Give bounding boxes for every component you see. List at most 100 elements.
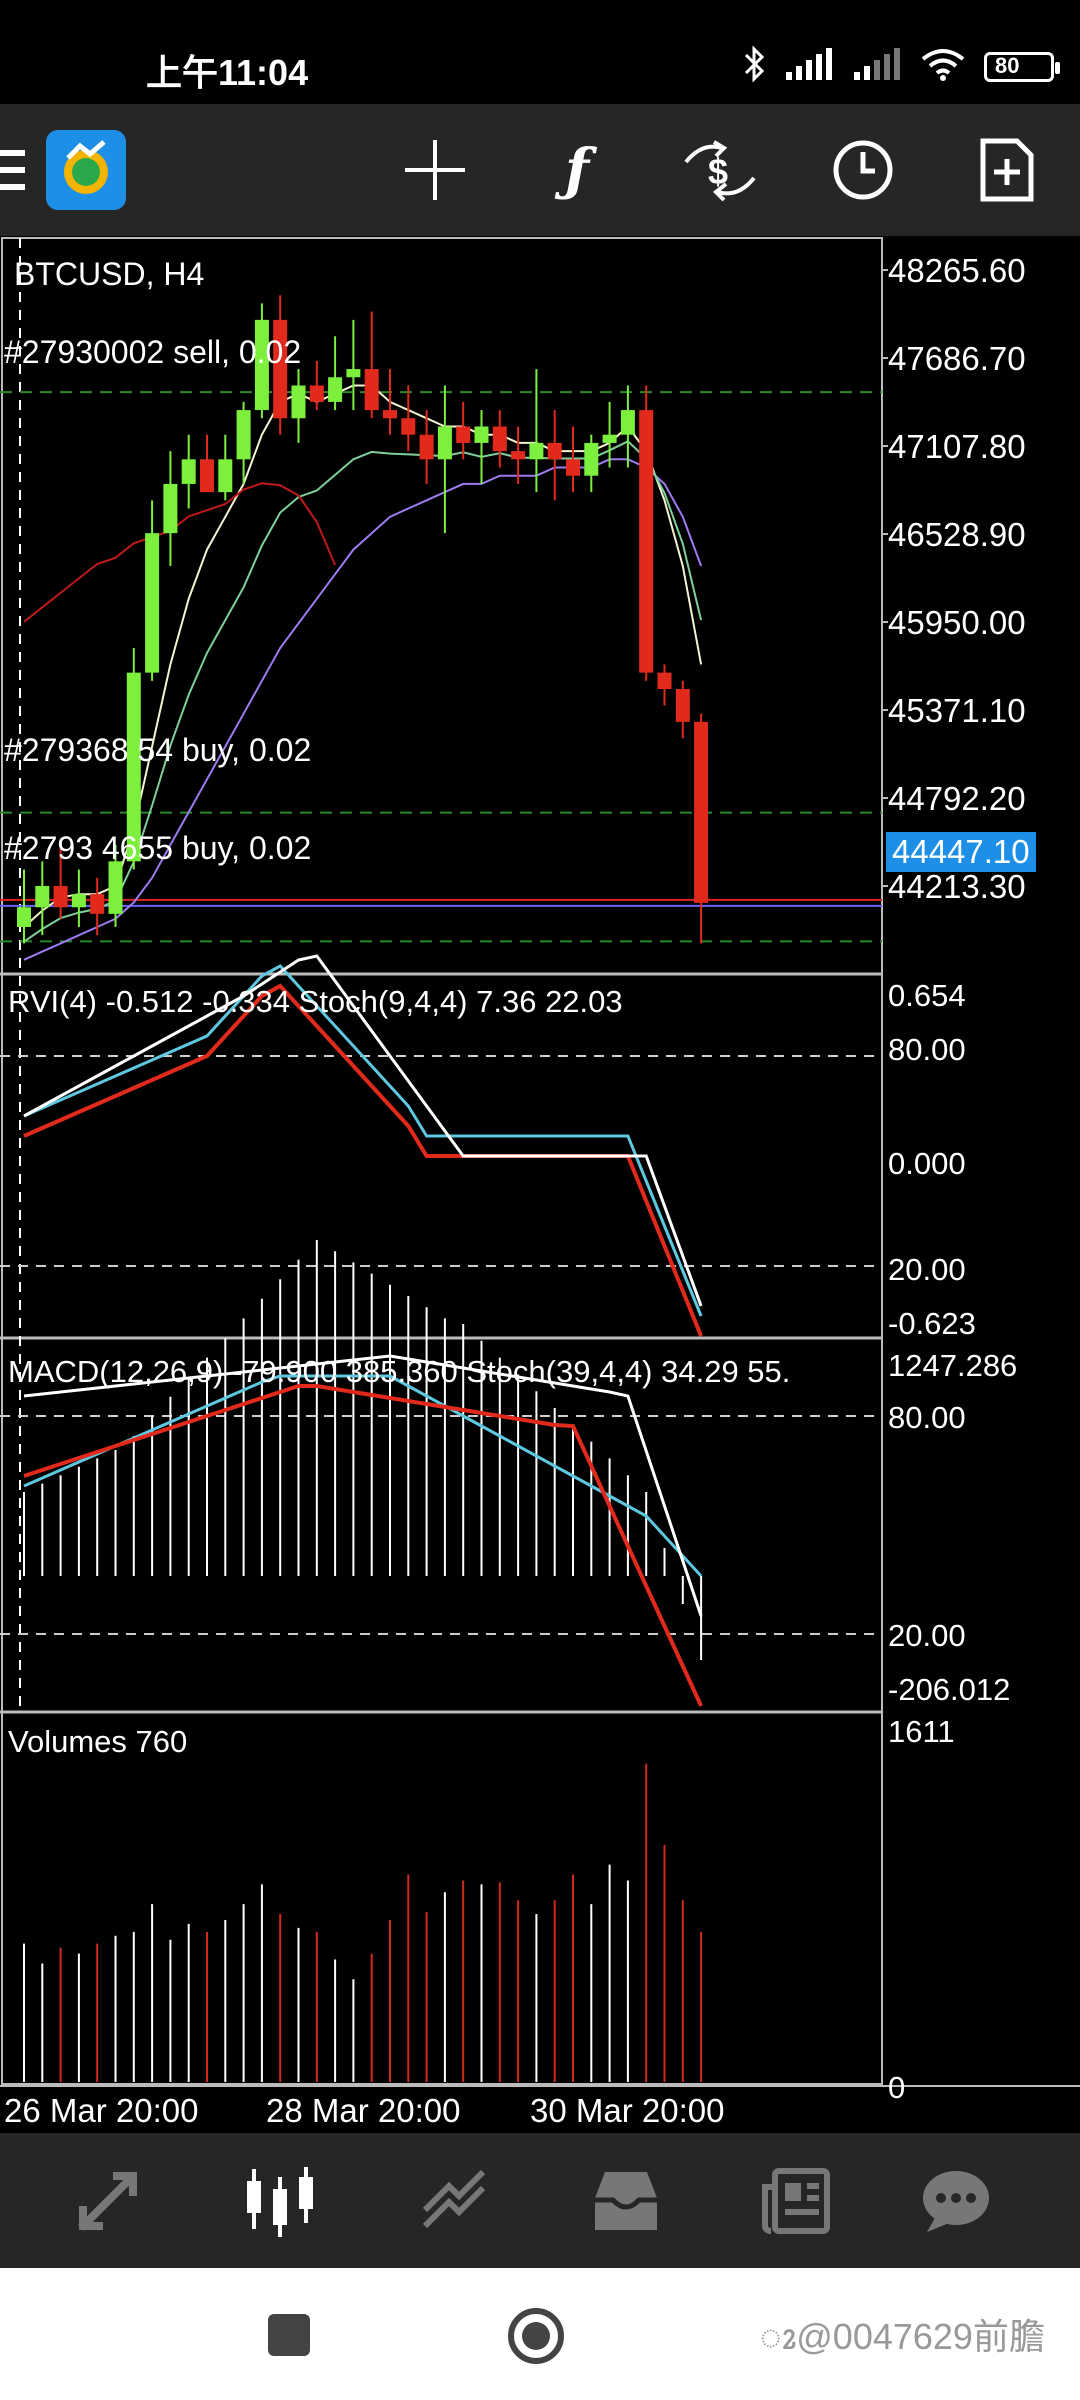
price-tick: 47686.70 — [888, 340, 1026, 377]
candle-body — [383, 410, 397, 419]
wifi-icon — [920, 47, 966, 86]
candle-body — [346, 369, 361, 378]
home-button[interactable] — [508, 2308, 564, 2364]
candle-body — [17, 907, 31, 927]
price-tick: 44213.30 — [888, 868, 1026, 905]
macd-signal-line — [23, 1384, 703, 1707]
candle-body — [602, 434, 617, 443]
battery-level: 80 — [995, 52, 1020, 78]
nav-chat-icon[interactable] — [916, 2163, 996, 2239]
candle-body — [566, 459, 580, 476]
rvi-scale-tick: 0.654 — [888, 978, 966, 1013]
candle-body — [437, 426, 452, 460]
candle-body — [309, 385, 324, 402]
rvi-panel-label: RVI(4) -0.512 -0.334 Stoch(9,4,4) 7.36 2… — [8, 984, 623, 1019]
nav-news-icon[interactable] — [756, 2163, 836, 2239]
candle-body — [90, 894, 105, 914]
macd-scale-tick: 20.00 — [888, 1618, 966, 1653]
indicators-icon[interactable]: ƒ — [537, 130, 617, 210]
volume-scale-tick: 0 — [888, 2070, 906, 2105]
current-price-tag: 44447.10 — [886, 832, 1036, 872]
bottom-navigation — [0, 2133, 1080, 2268]
macd-panel-label: MACD(12,26,9) -79.900 385.360 Stoch(39,4… — [8, 1354, 791, 1389]
price-tick: 46528.90 — [888, 516, 1026, 553]
candle-body — [694, 721, 709, 903]
candle-body — [145, 533, 160, 673]
chart-area[interactable]: BTCUSD, H4 #27930002 sell, 0.02 #279368 … — [0, 236, 1080, 2133]
nav-chart-icon[interactable] — [240, 2163, 320, 2239]
recents-button[interactable] — [268, 2314, 310, 2356]
candle-body — [419, 434, 434, 460]
candle-body — [529, 442, 544, 460]
candle-body — [401, 418, 416, 435]
rvi-scale-tick: -0.623 — [888, 1306, 976, 1341]
system-navigation-bar: ꦴ@0047629前膽 — [0, 2268, 1080, 2400]
bluetooth-icon — [742, 45, 766, 87]
macd-line — [23, 1374, 703, 1578]
rvi-scale-tick: 0.000 — [888, 1146, 966, 1181]
candle-body — [364, 369, 379, 411]
chart-toolbar: ƒ $ — [0, 104, 1080, 236]
candle-body — [639, 410, 654, 673]
crosshair-icon[interactable] — [395, 130, 475, 210]
rvi-signal-line — [23, 983, 703, 1337]
candle-body — [547, 442, 562, 460]
plot-frame — [1, 237, 883, 2085]
candle-body — [474, 426, 489, 443]
candle-body — [291, 385, 306, 419]
ma-long-line — [23, 482, 337, 623]
watermark-text: ꦴ@0047629前膽 — [760, 2316, 1045, 2357]
status-bar: 上午11:04 80 — [0, 0, 1080, 104]
battery-icon: 80 — [984, 51, 1060, 82]
macd-scale-tick: -206.012 — [888, 1672, 1011, 1707]
price-tick: 48265.60 — [888, 252, 1026, 289]
metatrader-logo[interactable] — [46, 130, 126, 210]
macd-scale-tick: 80.00 — [888, 1400, 966, 1435]
candle-body — [511, 451, 526, 460]
nav-quotes-icon[interactable] — [68, 2163, 148, 2239]
candle-body — [657, 672, 672, 690]
rvi-scale-tick: 80.00 — [888, 1032, 966, 1067]
candle-body — [200, 459, 214, 493]
candle-body — [108, 861, 123, 914]
price-tick: 45950.00 — [888, 604, 1026, 641]
nav-trade-icon[interactable] — [414, 2163, 494, 2239]
price-tick: 47107.80 — [888, 428, 1026, 465]
macd-scale-tick: 1247.286 — [888, 1348, 1018, 1383]
candle-body — [584, 442, 599, 476]
order-label-buy-1[interactable]: #279368 54 buy, 0.02 — [4, 732, 311, 769]
candle-body — [236, 410, 251, 460]
ma-slow-line — [23, 458, 703, 961]
candle-body — [163, 483, 178, 534]
signal-1-icon — [784, 48, 834, 85]
candle-body — [328, 377, 343, 402]
volume-panel-label: Volumes 760 — [8, 1724, 188, 1759]
timeframe-icon[interactable] — [823, 130, 903, 210]
menu-icon[interactable] — [0, 130, 30, 210]
time-axis-label: 26 Mar 20:00 — [4, 2092, 199, 2129]
rvi-scale-tick: 20.00 — [888, 1252, 966, 1287]
signal-2-icon — [852, 48, 902, 85]
price-tick: 44792.20 — [888, 780, 1026, 817]
order-label-sell[interactable]: #27930002 sell, 0.02 — [4, 334, 301, 371]
candle-body — [35, 885, 50, 908]
order-label-buy-2[interactable]: #2793 4655 buy, 0.02 — [4, 830, 311, 867]
svg-text:$: $ — [708, 151, 728, 192]
candle-body — [218, 459, 233, 493]
new-order-icon[interactable] — [967, 130, 1047, 210]
candle-body — [456, 426, 471, 443]
price-tick: 45371.10 — [888, 692, 1026, 729]
time-axis-label: 28 Mar 20:00 — [266, 2092, 461, 2129]
candle-body — [53, 885, 68, 908]
volume-scale-tick: 1611 — [888, 1714, 955, 1749]
nav-history-icon[interactable] — [586, 2163, 666, 2239]
time-axis-label: 30 Mar 20:00 — [530, 2092, 725, 2129]
candle-body — [71, 894, 86, 908]
chart-symbol-label: BTCUSD, H4 — [14, 256, 205, 292]
candle-body — [620, 410, 635, 435]
status-time: 上午11:04 — [146, 52, 309, 93]
candle-body — [675, 689, 690, 722]
candle-body — [492, 426, 507, 452]
symbol-change-icon[interactable]: $ — [680, 130, 760, 210]
candle-body — [181, 459, 196, 484]
